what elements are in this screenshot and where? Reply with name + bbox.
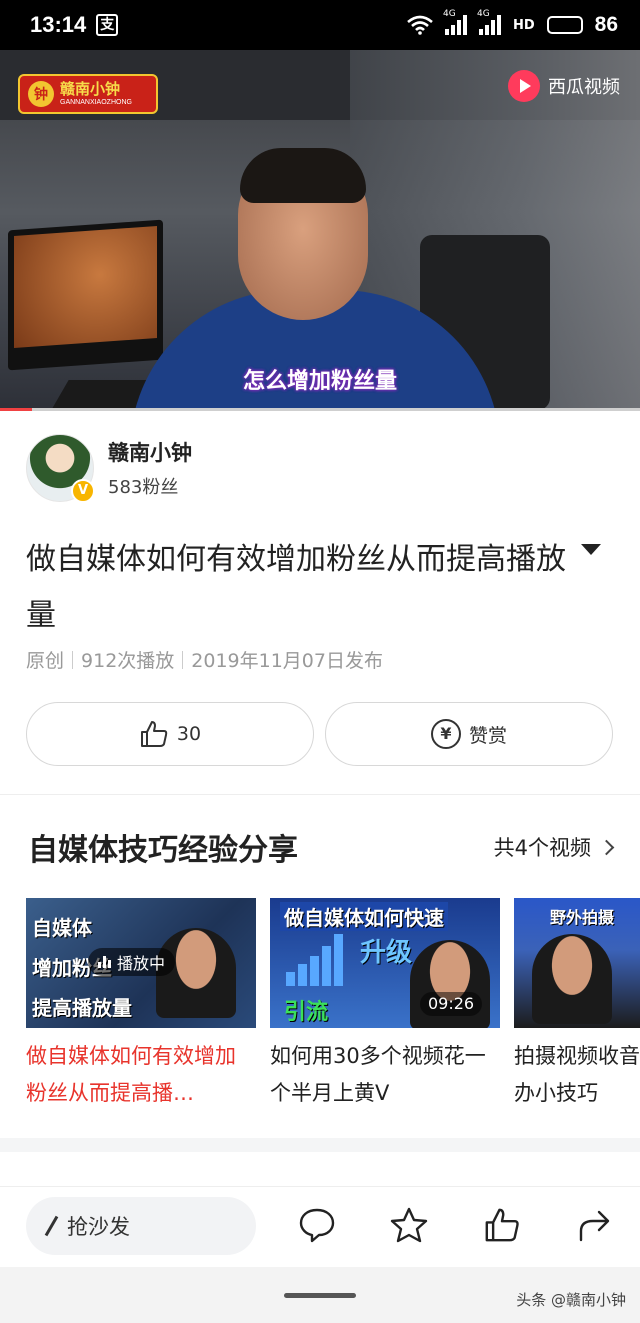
comment-button[interactable] <box>297 1205 337 1245</box>
video-title: 做自媒体如何有效增加粉丝从而提高播放量 <box>26 542 566 633</box>
collection-view-all[interactable]: 共4个视频 <box>493 832 615 862</box>
alipay-notification-icon: 支 <box>96 14 119 36</box>
source-watermark: 头条 @赣南小钟 <box>516 1291 626 1309</box>
author-fans-count: 583粉丝 <box>108 477 179 498</box>
comment-input[interactable]: 抢沙发 <box>26 1197 256 1255</box>
growth-bars-graphic <box>286 934 343 986</box>
author-avatar[interactable]: V <box>26 434 95 503</box>
status-right: 4G 4G HD 86 <box>407 9 618 37</box>
video-duration: 09:26 <box>420 992 483 1016</box>
home-indicator[interactable] <box>284 1293 356 1298</box>
reward-label: 赞赏 <box>468 724 507 747</box>
hd-voice-icon: HD <box>512 17 535 33</box>
like-button[interactable]: 30 <box>26 702 314 766</box>
thumbs-up-icon <box>485 1208 519 1242</box>
video-subtitle: 怎么增加粉丝量 <box>242 369 397 394</box>
battery-level: 86 <box>594 13 618 36</box>
thumb-person <box>532 934 612 1024</box>
channel-logo: 钟 赣南小钟 GANNANXIAOZHONG <box>18 74 158 114</box>
thumb-text: 自媒体 <box>32 916 92 940</box>
channel-logo-badge-icon: 钟 <box>28 81 54 107</box>
thumb-text: 做自媒体如何快速 <box>280 902 448 931</box>
card-title[interactable]: 做自媒体如何有效增加粉丝从而提高播… <box>26 1038 256 1112</box>
collection-card[interactable]: 做自媒体如何快速 升级 引流 09:26 如何用30多个视频花一个半月上黄V <box>270 898 500 1112</box>
battery-icon <box>546 16 583 34</box>
xigua-play-icon <box>508 70 540 102</box>
platform-name: 西瓜视频 <box>548 77 620 98</box>
comment-placeholder: 抢沙发 <box>67 1215 130 1239</box>
chevron-right-icon <box>598 839 615 855</box>
section-gap <box>0 1138 640 1152</box>
bottom-action-bar: 抢沙发 <box>0 1186 640 1266</box>
card-thumbnail[interactable]: 野外拍摄 <box>514 898 640 1028</box>
thumbs-up-icon <box>140 721 168 747</box>
section-divider <box>0 794 640 795</box>
collection-list: 自媒体 增加粉丝 提高播放量 播放中 做自媒体如何有效增加粉丝从而提高播… 做自… <box>26 898 640 1112</box>
reward-button[interactable]: ¥ 赞赏 <box>325 702 613 766</box>
comment-icon <box>299 1208 335 1243</box>
collection-card[interactable]: 野外拍摄 拍摄视频收音不好怎么办小技巧 <box>514 898 640 1112</box>
equalizer-icon <box>98 956 111 968</box>
meta-publish-date: 2019年11月07日发布 <box>191 650 383 672</box>
platform-watermark: 西瓜视频 <box>508 70 620 102</box>
channel-logo-subtext: GANNANXIAOZHONG <box>60 99 132 106</box>
video-progress-bar[interactable] <box>0 408 640 411</box>
video-player[interactable]: 钟 赣南小钟 GANNANXIAOZHONG 西瓜视频 怎么增加粉丝量 <box>0 50 640 410</box>
card-title[interactable]: 如何用30多个视频花一个半月上黄V <box>270 1038 500 1112</box>
meta-original: 原创 <box>26 650 65 672</box>
card-thumbnail[interactable]: 自媒体 增加粉丝 提高播放量 播放中 <box>26 898 256 1028</box>
thumb-text: 野外拍摄 <box>550 908 615 927</box>
share-arrow-icon <box>579 1210 610 1242</box>
star-icon <box>390 1207 428 1243</box>
like-icon-button[interactable] <box>482 1205 522 1245</box>
meta-play-count: 912次播放 <box>81 650 175 672</box>
share-button[interactable] <box>575 1205 615 1245</box>
yen-icon: ¥ <box>430 719 461 749</box>
author-name[interactable]: 赣南小钟 <box>108 437 192 467</box>
now-playing-badge: 播放中 <box>88 948 176 976</box>
system-nav-area: 头条 @赣南小钟 <box>0 1267 640 1323</box>
thumb-text: 提高播放量 <box>32 996 132 1020</box>
thumb-text: 升级 <box>360 938 413 968</box>
pen-icon <box>44 1215 59 1237</box>
now-playing-label: 播放中 <box>117 954 166 973</box>
video-meta: 原创 912次播放 2019年11月07日发布 <box>26 646 383 673</box>
status-time: 13:14 <box>30 12 87 37</box>
background-monitor <box>8 219 163 371</box>
card-title[interactable]: 拍摄视频收音不好怎么办小技巧 <box>514 1038 640 1112</box>
favorite-button[interactable] <box>389 1205 429 1245</box>
video-progress-fill <box>0 408 32 411</box>
screen: 13:14 支 4G 4G HD 86 钟 赣南小钟 GANNANXIAOZHO… <box>0 0 640 1323</box>
collection-count: 共4个视频 <box>493 836 591 860</box>
cell-signal-icon-2: 4G <box>477 9 501 35</box>
wifi-icon <box>407 15 433 35</box>
collection-title: 自媒体技巧经验分享 <box>28 833 298 868</box>
like-count: 30 <box>176 723 202 745</box>
channel-logo-text: 赣南小钟 <box>60 80 121 98</box>
verified-badge-icon: V <box>71 479 95 503</box>
card-thumbnail[interactable]: 做自媒体如何快速 升级 引流 09:26 <box>270 898 500 1028</box>
collection-card[interactable]: 自媒体 增加粉丝 提高播放量 播放中 做自媒体如何有效增加粉丝从而提高播… <box>26 898 256 1112</box>
thumb-text: 引流 <box>284 1000 329 1025</box>
author-row[interactable]: V 赣南小钟 583粉丝 <box>26 434 192 503</box>
status-bar: 13:14 支 4G 4G HD 86 <box>0 0 640 50</box>
expand-caret-icon[interactable] <box>581 544 601 555</box>
cell-signal-icon: 4G <box>443 9 467 35</box>
